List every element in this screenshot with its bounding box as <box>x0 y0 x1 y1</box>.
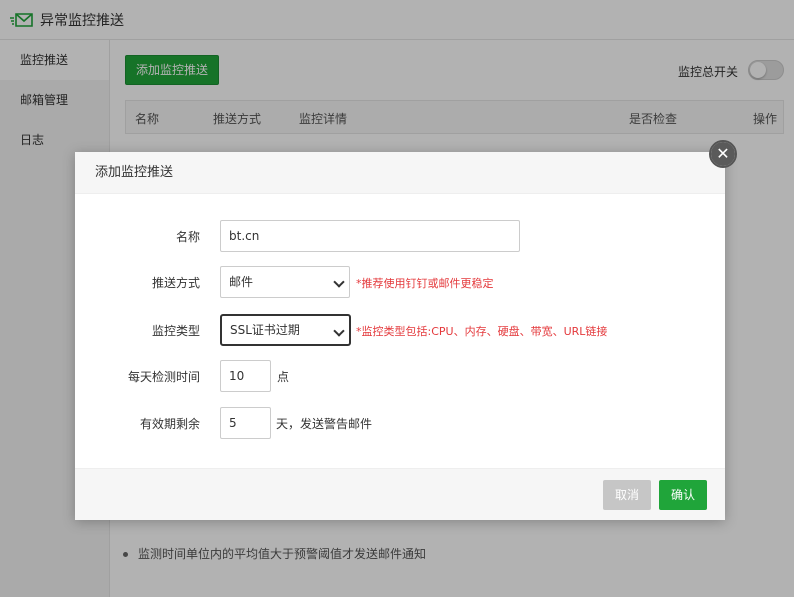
monitor-type-hint: *监控类型包括:CPU、内存、硬盘、带宽、URL链接 <box>356 325 608 338</box>
confirm-button[interactable]: 确认 <box>658 480 707 510</box>
name-input[interactable]: bt.cn <box>220 220 520 252</box>
close-icon: ✕ <box>711 142 735 166</box>
daily-time-input[interactable]: 10 <box>220 360 271 392</box>
monitor-type-label: 监控类型 <box>151 324 200 338</box>
remaining-unit: 天，发送警告邮件 <box>276 417 373 431</box>
dialog-footer: 取消 确认 <box>75 468 725 520</box>
push-method-label: 推送方式 <box>151 276 200 290</box>
dialog-title: 添加监控推送 <box>75 152 725 194</box>
monitor-type-value: SSL证书过期 <box>230 323 300 337</box>
name-label: 名称 <box>175 230 200 244</box>
add-push-dialog: 添加监控推送 ✕ 名称 bt.cn 推送方式 邮件 *推荐使用钉钉或邮件更稳定 … <box>75 140 737 520</box>
daily-time-unit: 点 <box>277 370 290 384</box>
chevron-down-icon <box>333 325 345 337</box>
daily-time-label: 每天检测时间 <box>127 370 200 384</box>
row-monitor-type: 监控类型 SSL证书过期 *监控类型包括:CPU、内存、硬盘、带宽、URL链接 <box>75 314 725 346</box>
row-push-method: 推送方式 邮件 *推荐使用钉钉或邮件更稳定 <box>75 266 725 298</box>
remaining-input[interactable]: 5 <box>220 407 271 439</box>
push-method-hint: *推荐使用钉钉或邮件更稳定 <box>356 277 494 290</box>
cancel-button[interactable]: 取消 <box>602 480 651 510</box>
chevron-down-icon <box>333 276 345 288</box>
row-name: 名称 bt.cn <box>75 220 725 252</box>
push-method-select[interactable]: 邮件 <box>220 266 350 298</box>
push-form: 名称 bt.cn 推送方式 邮件 *推荐使用钉钉或邮件更稳定 监控类型 SSL证… <box>75 194 725 468</box>
monitor-type-select[interactable]: SSL证书过期 <box>220 314 351 346</box>
remaining-label: 有效期剩余 <box>139 417 200 431</box>
push-method-value: 邮件 <box>229 275 254 289</box>
row-remaining: 有效期剩余 5 天，发送警告邮件 <box>75 407 725 439</box>
row-daily-time: 每天检测时间 10 点 <box>75 360 725 392</box>
close-button[interactable]: ✕ <box>709 140 737 168</box>
